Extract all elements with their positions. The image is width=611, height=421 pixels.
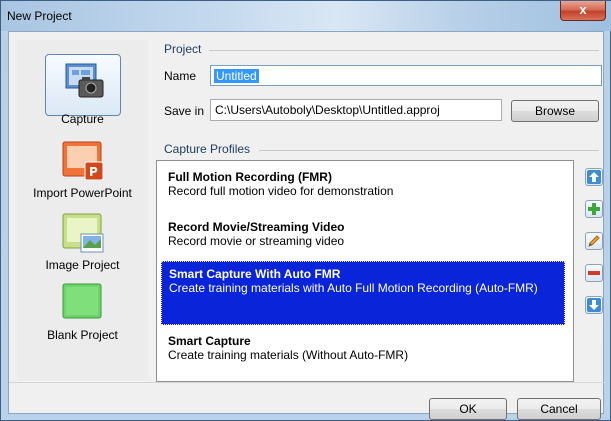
sidebar-item-import-powerpoint[interactable]: P Import PowerPoint — [17, 138, 148, 204]
profile-title: Full Motion Recording (FMR) — [168, 170, 332, 184]
project-group-label: Project — [164, 42, 202, 56]
list-item-full-motion-recording[interactable]: Full Motion Recording (FMR) Record full … — [161, 165, 565, 215]
window-title: New Project — [7, 9, 72, 23]
list-item-record-movie[interactable]: Record Movie/Streaming Video Record movi… — [161, 215, 565, 261]
profile-description: Record full motion video for demonstrati… — [168, 184, 394, 198]
list-item-smart-capture[interactable]: Smart Capture Create training materials … — [161, 329, 565, 375]
remove-icon — [588, 271, 600, 275]
edit-icon — [588, 235, 600, 247]
remove-profile-button[interactable] — [585, 264, 603, 282]
save-in-field[interactable]: C:\Users\Autoboly\Desktop\Untitled.appro… — [210, 99, 502, 121]
edit-profile-button[interactable] — [585, 232, 603, 250]
sidebar-item-label: Image Project — [45, 258, 120, 272]
camera-icon — [65, 63, 104, 98]
profile-description: Create training materials with Auto Full… — [169, 281, 538, 295]
save-in-label: Save in — [164, 104, 205, 118]
sidebar-item-image-project[interactable]: Image Project — [17, 210, 148, 274]
capture-profiles-label: Capture Profiles — [164, 142, 251, 156]
sidebar-item-label: Capture — [61, 112, 104, 126]
move-up-icon — [587, 170, 601, 184]
sidebar-item-blank-project[interactable]: Blank Project — [17, 280, 148, 344]
footer-divider — [9, 382, 605, 383]
project-type-sidebar: Capture P Import PowerPoint Image Projec… — [17, 40, 148, 380]
profile-description: Record movie or streaming video — [168, 234, 345, 248]
move-down-button[interactable] — [585, 296, 603, 314]
cancel-button[interactable]: Cancel — [517, 398, 601, 420]
name-value: Untitled — [214, 69, 259, 83]
new-project-dialog: New Project x Capture P Import PowerPoin… — [0, 0, 611, 421]
group-divider — [209, 50, 599, 51]
move-up-button[interactable] — [585, 168, 603, 186]
profile-title: Record Movie/Streaming Video — [168, 220, 345, 234]
profile-title: Smart Capture — [168, 334, 251, 348]
add-profile-button[interactable] — [585, 200, 603, 218]
list-item-smart-capture-auto-fmr[interactable]: Smart Capture With Auto FMR Create train… — [161, 261, 565, 325]
sidebar-item-capture[interactable]: Capture — [17, 54, 148, 132]
image-icon — [62, 213, 104, 253]
powerpoint-icon: P — [62, 141, 104, 181]
dialog-body: Capture P Import PowerPoint Image Projec… — [8, 31, 605, 420]
browse-button[interactable]: Browse — [511, 100, 599, 122]
capture-profiles-list: Full Motion Recording (FMR) Record full … — [156, 160, 574, 382]
move-down-icon — [587, 298, 601, 312]
ok-button[interactable]: OK — [429, 398, 507, 420]
name-input[interactable]: Untitled — [210, 65, 602, 86]
profile-description: Create training materials (Without Auto-… — [168, 348, 409, 362]
sidebar-item-label: Import PowerPoint — [33, 186, 132, 200]
blank-project-icon — [62, 283, 102, 319]
sidebar-item-label: Blank Project — [47, 328, 118, 342]
title-bar[interactable]: New Project x — [1, 1, 611, 31]
profile-title: Smart Capture With Auto FMR — [169, 267, 341, 281]
close-button[interactable]: x — [560, 1, 606, 21]
name-label: Name — [164, 69, 197, 83]
add-icon — [588, 203, 600, 215]
svg-text:P: P — [89, 165, 98, 179]
group-divider — [259, 150, 599, 151]
